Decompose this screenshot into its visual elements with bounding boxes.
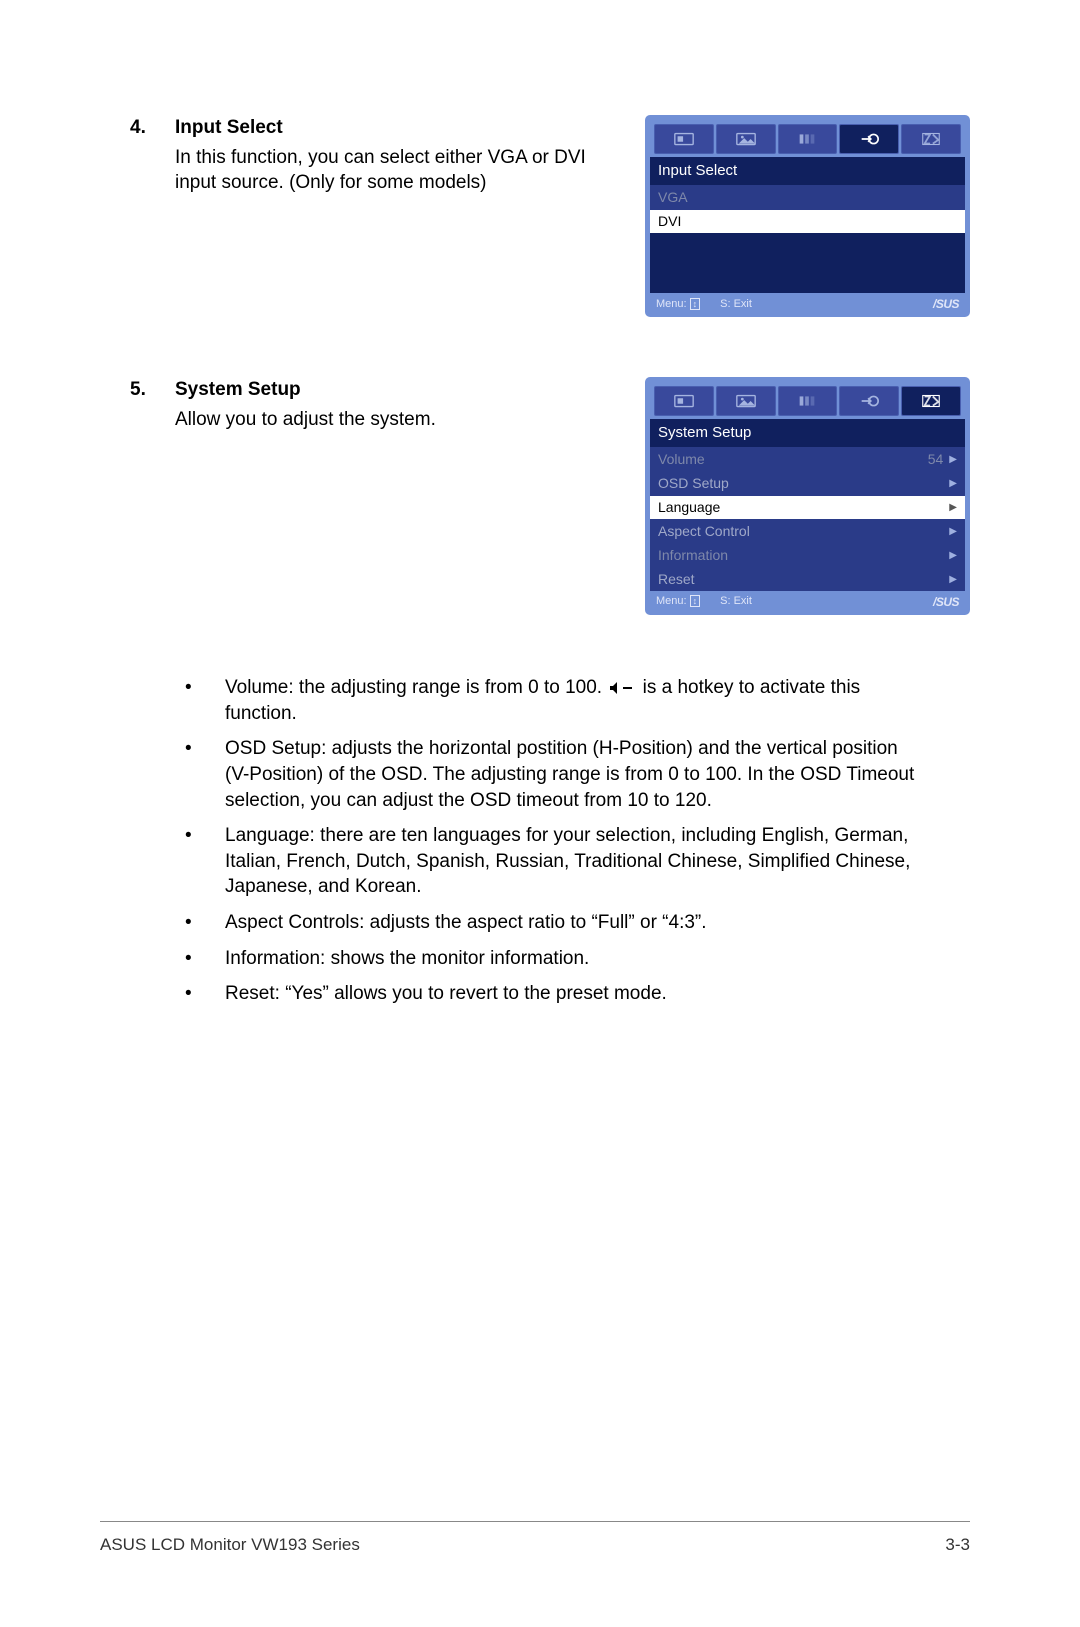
bullet-item: • Aspect Controls: adjusts the aspect ra…	[185, 910, 920, 936]
page-footer: ASUS LCD Monitor VW193 Series 3-3	[100, 1521, 970, 1557]
section-number: 4.	[100, 115, 150, 141]
section-number: 5.	[100, 377, 150, 403]
brand-logo: /SUS	[933, 296, 959, 312]
osd-tab-color-icon[interactable]	[778, 124, 838, 154]
bullet-item: • Language: there are ten languages for …	[185, 823, 920, 900]
osd-title: System Setup	[650, 419, 965, 447]
osd-menu-item[interactable]: Reset▶	[650, 567, 965, 591]
volume-down-icon	[609, 681, 635, 695]
osd-footer: Menu: ↕S: Exit /SUS	[650, 591, 965, 610]
bullet-item: • Reset: “Yes” allows you to revert to t…	[185, 981, 920, 1007]
section-title: System Setup	[175, 377, 600, 403]
osd-menu-item[interactable]: OSD Setup▶	[650, 471, 965, 495]
osd-menu-item[interactable]: Language▶	[650, 495, 965, 519]
osd-menu-item[interactable]: Information▶	[650, 543, 965, 567]
osd-footer: Menu: ↕S: Exit /SUS	[650, 293, 965, 312]
bullet-item: • OSD Setup: adjusts the horizontal post…	[185, 736, 920, 813]
osd-panel: System Setup Volume54▶OSD Setup▶Language…	[645, 377, 970, 615]
osd-tab-system-icon[interactable]	[901, 124, 961, 154]
osd-panel: Input Select VGADVI Menu: ↕S: Exit /SUS	[645, 115, 970, 317]
osd-tab-splendid-icon[interactable]	[654, 386, 714, 416]
osd-tab-color-icon[interactable]	[778, 386, 838, 416]
bullet-item: • Information: shows the monitor informa…	[185, 946, 920, 972]
section-body: In this function, you can select either …	[175, 145, 600, 196]
brand-logo: /SUS	[933, 594, 959, 610]
bullet-item: • Volume: the adjusting range is from 0 …	[185, 675, 920, 726]
section-body: Allow you to adjust the system.	[175, 407, 600, 433]
osd-tab-splendid-icon[interactable]	[654, 124, 714, 154]
footer-right: 3-3	[945, 1534, 970, 1557]
footer-left: ASUS LCD Monitor VW193 Series	[100, 1534, 360, 1557]
osd-tab-image-icon[interactable]	[716, 124, 776, 154]
osd-tab-system-icon[interactable]	[901, 386, 961, 416]
osd-tab-input-icon[interactable]	[839, 386, 899, 416]
osd-title: Input Select	[650, 157, 965, 185]
osd-tab-image-icon[interactable]	[716, 386, 776, 416]
osd-menu-item[interactable]: DVI	[650, 209, 965, 233]
osd-menu-item[interactable]: Aspect Control▶	[650, 519, 965, 543]
osd-menu-item[interactable]: Volume54▶	[650, 447, 965, 471]
section-title: Input Select	[175, 115, 600, 141]
osd-menu-item[interactable]: VGA	[650, 185, 965, 209]
osd-tab-input-icon[interactable]	[839, 124, 899, 154]
